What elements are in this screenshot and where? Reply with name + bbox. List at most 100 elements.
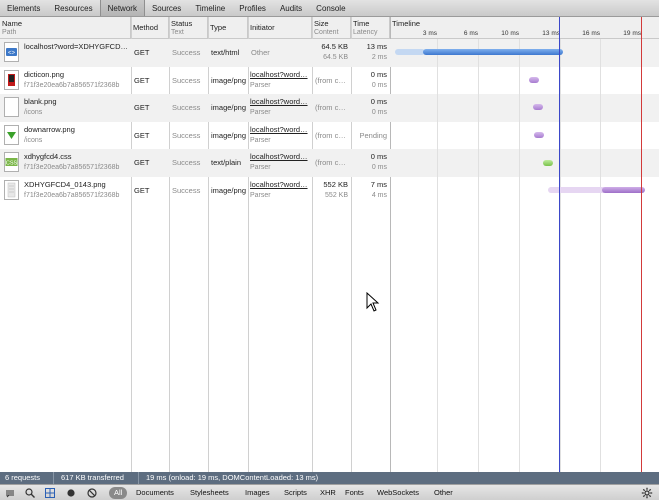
tab-elements[interactable]: Elements	[0, 0, 47, 16]
type-cell: text/plain	[211, 158, 242, 167]
timeline-gridline	[600, 39, 601, 472]
initiator-cell: localhost?word… Parser	[250, 97, 308, 116]
filter-scripts[interactable]: Scripts	[281, 487, 310, 499]
timeline-tick: 13 ms	[542, 30, 560, 37]
column-header-name[interactable]: Name Path	[0, 17, 131, 39]
request-list: <> localhost?word=XDHYGFCD… GET Success …	[0, 39, 390, 204]
size-cell: (from c…	[315, 158, 346, 167]
type-cell: image/png	[211, 103, 247, 112]
filter-images[interactable]: Images	[242, 487, 273, 499]
timeline-tick: 6 ms	[463, 30, 478, 37]
type-cell: image/png	[211, 130, 247, 140]
request-row[interactable]: XDHYGFCD4_0143.png f71f3e20ea6b7a856571f…	[0, 177, 390, 205]
record-icon[interactable]	[65, 487, 77, 499]
initiator-link[interactable]: localhost?word…	[250, 97, 308, 106]
type-cell: image/png	[211, 185, 247, 195]
filter-stylesheets[interactable]: Stylesheets	[187, 487, 232, 499]
css-file-icon: CSS	[4, 152, 19, 172]
clear-icon[interactable]	[86, 487, 98, 499]
column-header-timeline[interactable]: Timeline 3 ms 6 ms 10 ms 13 ms 16 ms 19 …	[390, 17, 659, 39]
method-cell: GET	[134, 158, 150, 167]
timeline-gridline	[560, 39, 561, 472]
size-cell: 552 KB 552 KB	[323, 179, 348, 199]
tab-resources[interactable]: Resources	[47, 0, 99, 16]
method-cell: GET	[134, 48, 150, 57]
css-request-bar[interactable]	[543, 160, 553, 166]
search-icon[interactable]	[24, 487, 36, 499]
image-request-bar[interactable]	[533, 104, 543, 110]
timeline-gridline	[478, 39, 479, 472]
timeline-row-bg	[390, 94, 659, 122]
initiator-cell: localhost?word… Parser	[250, 179, 308, 199]
request-row[interactable]: dicticon.png f71f3e20ea6b7a856571f2368b …	[0, 67, 390, 95]
gear-icon[interactable]	[641, 487, 653, 499]
filter-fonts[interactable]: Fonts	[342, 487, 367, 499]
bottom-toolbar: All Documents Stylesheets Images Scripts…	[0, 484, 659, 500]
time-cell: 0 ms 0 ms	[370, 152, 387, 171]
transferred-size: 617 KB transferred	[61, 473, 124, 482]
status-cell: Success	[172, 185, 201, 195]
timeline-tick: 10 ms	[501, 30, 519, 37]
initiator-link[interactable]: localhost?word…	[250, 180, 308, 189]
tab-sources[interactable]: Sources	[145, 0, 188, 16]
filter-all[interactable]: All	[109, 487, 128, 499]
time-cell: 13 ms 2 ms	[366, 42, 387, 61]
large-rows-toggle-icon[interactable]	[44, 487, 56, 499]
network-table-header: Name Path Method Status Text Type Initia…	[0, 17, 659, 39]
timeline-gridline	[437, 39, 438, 472]
filter-websockets[interactable]: WebSockets	[374, 487, 422, 499]
name-cell: downarrow.png /icons	[0, 122, 131, 150]
filter-xhr[interactable]: XHR	[317, 487, 339, 499]
latency-bar[interactable]	[395, 49, 425, 55]
initiator-cell: localhost?word… Parser	[250, 124, 308, 144]
initiator-link[interactable]: localhost?word…	[250, 70, 308, 79]
name-cell: dicticon.png f71f3e20ea6b7a856571f2368b	[0, 67, 131, 95]
column-header-initiator[interactable]: Initiator	[248, 17, 312, 39]
initiator-link[interactable]: localhost?word…	[250, 152, 308, 161]
time-cell: 0 ms 0 ms	[370, 97, 387, 116]
tab-audits[interactable]: Audits	[273, 0, 309, 16]
initiator-link[interactable]: localhost?word…	[250, 125, 308, 134]
initiator-cell: localhost?word… Parser	[250, 152, 308, 171]
download-bar[interactable]	[423, 49, 563, 55]
timeline-tick: 19 ms	[623, 30, 641, 37]
network-summary-bar: 6 requests 617 KB transferred 19 ms (onl…	[0, 472, 659, 484]
load-event-marker	[641, 17, 642, 472]
dom-content-loaded-marker	[559, 17, 560, 472]
image-request-bar[interactable]	[529, 77, 539, 83]
tab-timeline[interactable]: Timeline	[188, 0, 232, 16]
tab-profiles[interactable]: Profiles	[232, 0, 273, 16]
latency-bar[interactable]	[548, 187, 606, 193]
size-cell: (from c…	[315, 130, 346, 140]
panel-tab-bar: Elements Resources Network Sources Timel…	[0, 0, 659, 17]
download-bar[interactable]	[602, 187, 645, 193]
size-cell: (from c…	[315, 103, 346, 112]
method-cell: GET	[134, 75, 150, 85]
filter-other[interactable]: Other	[431, 487, 456, 499]
tab-console[interactable]: Console	[309, 0, 352, 16]
request-row[interactable]: downarrow.png /icons GET Success image/p…	[0, 122, 390, 150]
time-cell: 7 ms 4 ms	[370, 179, 387, 199]
svg-text:CSS: CSS	[6, 161, 18, 167]
column-header-time[interactable]: Time Latency	[351, 17, 390, 39]
filter-documents[interactable]: Documents	[133, 487, 177, 499]
html-file-icon: <>	[4, 42, 19, 62]
image-request-bar[interactable]	[534, 132, 544, 138]
column-header-status[interactable]: Status Text	[169, 17, 208, 39]
status-cell: Success	[172, 75, 201, 85]
timeline-gridline	[519, 39, 520, 472]
size-cell: (from c…	[315, 75, 346, 85]
request-row[interactable]: <> localhost?word=XDHYGFCD… GET Success …	[0, 39, 390, 67]
request-row[interactable]: blank.png /icons GET Success image/png l…	[0, 94, 390, 122]
column-header-type[interactable]: Type	[208, 17, 248, 39]
mouse-pointer-icon	[366, 292, 380, 312]
column-header-size[interactable]: Size Content	[312, 17, 351, 39]
method-cell: GET	[134, 185, 150, 195]
request-row[interactable]: CSS xdhygfcd4.css f71f3e20ea6b7a856571f2…	[0, 149, 390, 177]
name-cell: XDHYGFCD4_0143.png f71f3e20ea6b7a856571f…	[0, 177, 131, 205]
load-timing: 19 ms (onload: 19 ms, DOMContentLoaded: …	[146, 473, 319, 482]
method-cell: GET	[134, 130, 150, 140]
console-drawer-icon[interactable]	[4, 487, 16, 499]
column-header-method[interactable]: Method	[131, 17, 169, 39]
tab-network[interactable]: Network	[99, 0, 145, 16]
